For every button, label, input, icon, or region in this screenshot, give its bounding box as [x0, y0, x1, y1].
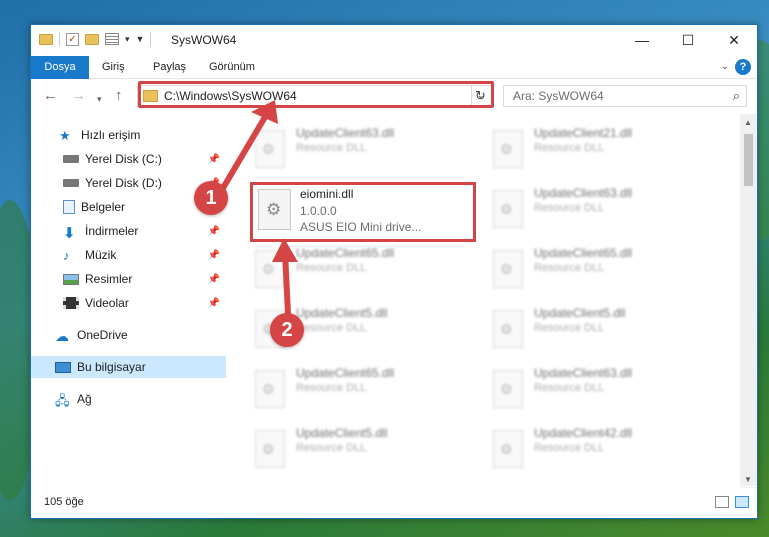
step-badge-2: 2: [270, 313, 304, 347]
arrow-1-shaft: [220, 109, 271, 191]
arrow-2-head: [272, 238, 298, 262]
step-badge-1: 1: [194, 181, 228, 215]
annotation-arrows: [220, 100, 298, 317]
